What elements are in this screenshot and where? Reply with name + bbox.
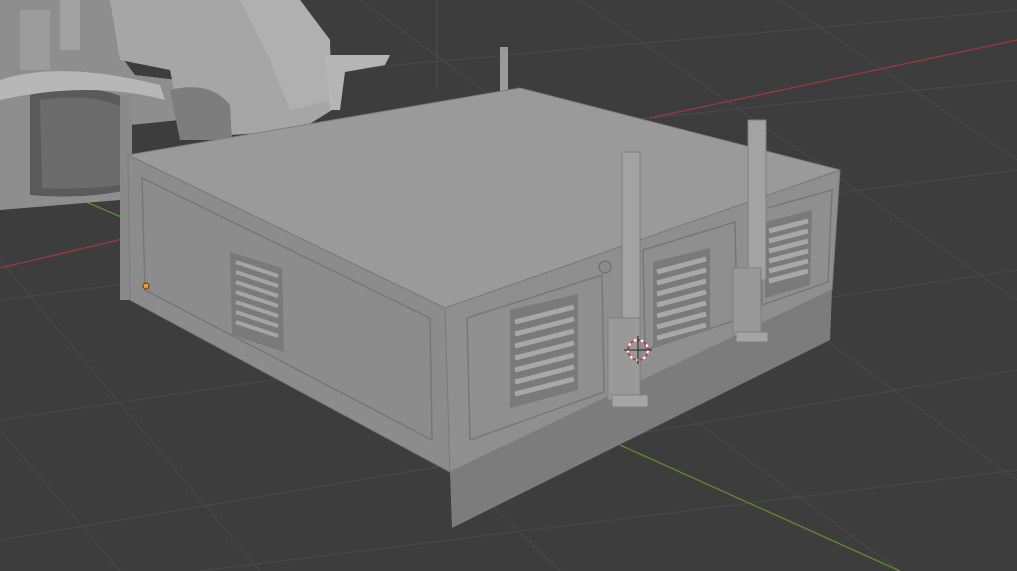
vent-front-1 — [510, 294, 578, 408]
vent-front-3 — [765, 210, 812, 298]
origin-dot-icon[interactable] — [142, 282, 150, 290]
3d-viewport[interactable] — [0, 0, 1017, 571]
latch-knob — [598, 260, 612, 274]
viewport-canvas[interactable] — [0, 0, 1017, 571]
vent-front-2 — [653, 248, 710, 346]
